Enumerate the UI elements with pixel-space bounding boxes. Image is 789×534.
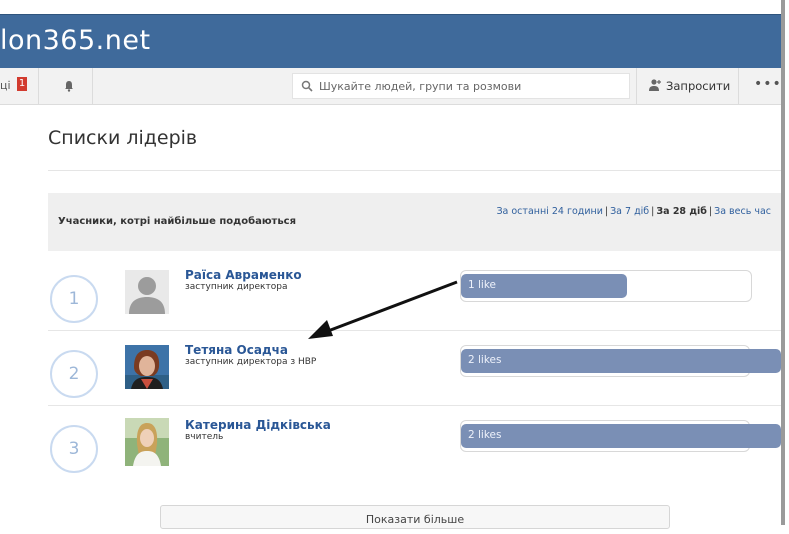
leader-role: вчитель — [185, 432, 224, 442]
likes-label: 1 like — [468, 279, 497, 291]
leader-name[interactable]: Катерина Дідківська — [185, 418, 331, 432]
add-user-icon — [649, 79, 661, 91]
invite-button[interactable]: Запросити — [666, 79, 730, 93]
toolbar-divider — [636, 68, 637, 104]
filter-separator: | — [708, 206, 713, 217]
leader-name[interactable]: Раїса Авраменко — [185, 268, 302, 282]
toolbar-divider — [38, 68, 39, 104]
search-input[interactable]: Шукайте людей, групи та розмови — [292, 73, 630, 99]
leader-row: 1 Раїса Авраменко заступник директора 1 … — [48, 258, 781, 332]
nav-item-partial[interactable]: ці — [0, 79, 11, 92]
likes-label: 2 likes — [468, 429, 502, 441]
brand-bar: lon365.net — [0, 14, 781, 69]
leaderboard-header: Учасники, котрі найбільше подобаються За… — [48, 193, 781, 251]
row-divider — [48, 405, 781, 406]
toolbar-divider — [92, 68, 93, 104]
top-toolbar: ці 1 Шукайте людей, групи та розмови Зап… — [0, 68, 781, 105]
page-title: Списки лідерів — [48, 127, 198, 149]
likes-bar — [461, 349, 781, 373]
leader-row: 3 Катерина Дідківська вчитель 2 likes — [48, 408, 781, 482]
show-more-button[interactable]: Показати більше — [160, 505, 670, 529]
filter-28d[interactable]: За 28 діб — [656, 206, 707, 217]
search-placeholder: Шукайте людей, групи та розмови — [319, 80, 522, 93]
avatar[interactable] — [125, 345, 169, 389]
more-options-button[interactable]: ••• — [754, 76, 782, 92]
leader-name[interactable]: Тетяна Осадча — [185, 343, 288, 357]
avatar[interactable] — [125, 270, 169, 314]
leader-row: 2 Тетяна Осадча заступник директора з НВ… — [48, 333, 781, 407]
rank-badge: 1 — [50, 275, 98, 323]
filter-7d[interactable]: За 7 діб — [610, 206, 649, 217]
avatar[interactable] — [125, 418, 169, 466]
user-photo — [125, 418, 169, 466]
search-icon — [301, 80, 313, 92]
section-label: Учасники, котрі найбільше подобаються — [58, 216, 297, 227]
likes-bar — [461, 424, 781, 448]
leader-role: заступник директора — [185, 282, 288, 292]
brand-title[interactable]: lon365.net — [0, 25, 151, 56]
filter-separator: | — [651, 206, 655, 217]
rank-badge: 3 — [50, 425, 98, 473]
row-divider — [48, 330, 781, 331]
filter-separator: | — [604, 206, 609, 217]
bell-icon[interactable] — [63, 80, 75, 92]
filter-24h[interactable]: За останні 24 години — [496, 206, 602, 217]
divider — [48, 170, 781, 171]
user-photo — [125, 345, 169, 389]
browser-frame: lon365.net ці 1 Шукайте людей, групи та … — [0, 0, 785, 529]
notification-badge: 1 — [17, 77, 27, 91]
rank-badge: 2 — [50, 350, 98, 398]
default-avatar-icon — [125, 270, 169, 314]
time-filters: За останні 24 години | За 7 діб | За 28 діб |… — [496, 206, 771, 217]
leader-role: заступник директора з НВР — [185, 357, 317, 367]
toolbar-divider — [738, 68, 739, 104]
likes-label: 2 likes — [468, 354, 502, 366]
filter-all-time[interactable]: За весь час — [714, 206, 771, 217]
